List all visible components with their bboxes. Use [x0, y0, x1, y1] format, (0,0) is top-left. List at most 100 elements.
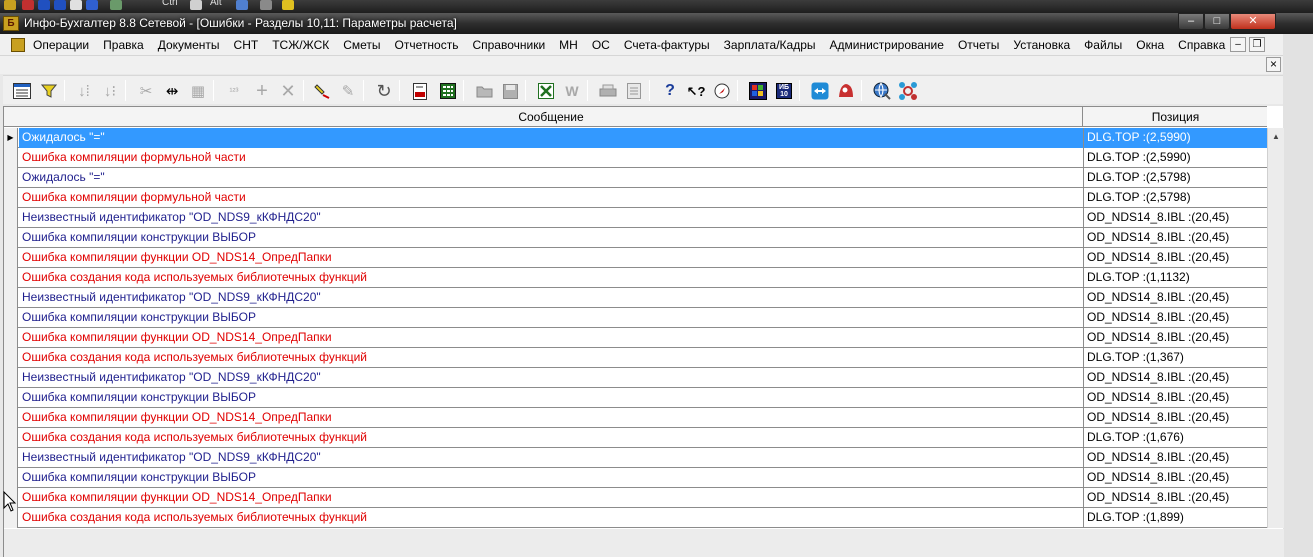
row-indicator[interactable] — [4, 368, 18, 388]
globe-icon[interactable] — [871, 80, 893, 102]
table-row[interactable]: Ошибка компиляции функции OD_NDS14_Опред… — [4, 408, 1267, 428]
menu-item[interactable]: Отчеты — [958, 38, 1013, 52]
windows-flag-icon[interactable] — [747, 80, 769, 102]
row-indicator[interactable] — [4, 248, 18, 268]
whats-this-icon[interactable]: ↖? — [685, 80, 707, 102]
menu-item[interactable]: Операции — [33, 38, 103, 52]
taskbar-icon[interactable] — [54, 0, 66, 10]
paste-icon[interactable]: ▦ — [187, 80, 209, 102]
menu-item[interactable]: Администрирование — [830, 38, 958, 52]
ib10-icon[interactable]: ИБ 10 — [773, 80, 795, 102]
message-cell[interactable]: Ошибка создания кода используемых библио… — [19, 268, 1084, 288]
teamviewer-icon[interactable] — [809, 80, 831, 102]
message-cell[interactable]: Ошибка компиляции функции OD_NDS14_Опред… — [19, 408, 1084, 428]
message-cell[interactable]: Ошибка создания кода используемых библио… — [19, 508, 1084, 528]
table-row[interactable]: Ошибка создания кода используемых библио… — [4, 348, 1267, 368]
menu-item[interactable]: СНТ — [234, 38, 273, 52]
title-bar[interactable]: Б Инфо-Бухгалтер 8.8 Сетевой - [Ошибки -… — [0, 13, 1313, 34]
table-row[interactable]: Ошибка компиляции формульной части DLG.TO… — [4, 148, 1267, 168]
menu-item[interactable]: Установка — [1013, 38, 1084, 52]
save-icon[interactable] — [499, 80, 521, 102]
menu-item[interactable]: Счета-фактуры — [624, 38, 724, 52]
row-indicator[interactable] — [4, 348, 18, 368]
menu-item[interactable]: МН — [559, 38, 592, 52]
menu-item[interactable]: Документы — [158, 38, 234, 52]
table-row[interactable]: ▶ Ожидалось "=" DLG.TOP :(2,5990) — [4, 128, 1267, 148]
message-cell[interactable]: Ошибка компиляции конструкции ВЫБОР — [19, 228, 1084, 248]
position-cell[interactable]: OD_NDS14_8.IBL :(20,45) — [1084, 228, 1267, 248]
ammy-icon[interactable] — [835, 80, 857, 102]
position-cell[interactable]: DLG.TOP :(2,5798) — [1084, 168, 1267, 188]
row-indicator[interactable] — [4, 268, 18, 288]
print-icon[interactable] — [597, 80, 619, 102]
row-indicator[interactable] — [4, 148, 18, 168]
app-taskbar-icon[interactable] — [4, 0, 16, 10]
menu-item[interactable]: Отчетность — [395, 38, 473, 52]
taskbar-icon[interactable] — [110, 0, 122, 10]
refresh-icon[interactable]: ↻ — [373, 80, 395, 102]
grid-view-icon[interactable] — [11, 80, 33, 102]
help-icon[interactable]: ? — [659, 80, 681, 102]
table-row[interactable]: Неизвестный идентификатор "OD_NDS9_кКФНД… — [4, 448, 1267, 468]
table-row[interactable]: Неизвестный идентификатор "OD_NDS9_кКФНД… — [4, 368, 1267, 388]
table-row[interactable]: Неизвестный идентификатор "OD_NDS9_кКФНД… — [4, 288, 1267, 308]
word-icon[interactable]: W — [561, 80, 583, 102]
app-icon[interactable]: Б — [3, 16, 19, 31]
mdi-document-icon[interactable] — [11, 38, 25, 52]
filter-icon[interactable] — [38, 80, 60, 102]
open-folder-icon[interactable] — [473, 80, 495, 102]
row-indicator[interactable] — [4, 288, 18, 308]
position-cell[interactable]: OD_NDS14_8.IBL :(20,45) — [1084, 308, 1267, 328]
taskbar-icon[interactable] — [190, 0, 202, 10]
table-row[interactable]: Ошибка компиляции конструкции ВЫБОР OD_ND… — [4, 468, 1267, 488]
message-cell[interactable]: Ожидалось "=" — [19, 128, 1084, 148]
table-row[interactable]: Ошибка создания кода используемых библио… — [4, 268, 1267, 288]
table-row[interactable]: Ошибка компиляции функции OD_NDS14_Опред… — [4, 248, 1267, 268]
table-row[interactable]: Ошибка создания кода используемых библио… — [4, 428, 1267, 448]
table-row[interactable]: Ошибка компиляции функции OD_NDS14_Опред… — [4, 488, 1267, 508]
position-cell[interactable]: DLG.TOP :(1,676) — [1084, 428, 1267, 448]
table-row[interactable]: Ошибка компиляции конструкции ВЫБОР OD_ND… — [4, 308, 1267, 328]
table-row[interactable]: Ошибка компиляции функции OD_NDS14_Опред… — [4, 328, 1267, 348]
position-cell[interactable]: DLG.TOP :(1,899) — [1084, 508, 1267, 528]
sort-desc-icon[interactable]: ↓⁝ — [99, 80, 121, 102]
row-indicator[interactable] — [4, 448, 18, 468]
add-icon[interactable]: + — [251, 80, 273, 102]
row-indicator[interactable] — [4, 328, 18, 348]
menu-item[interactable]: ТСЖ/ЖСК — [272, 38, 343, 52]
row-indicator[interactable]: ▶ — [4, 128, 18, 148]
message-cell[interactable]: Ошибка компиляции формульной части — [19, 188, 1084, 208]
position-cell[interactable]: OD_NDS14_8.IBL :(20,45) — [1084, 368, 1267, 388]
menu-item[interactable]: Сметы — [343, 38, 394, 52]
message-cell[interactable]: Ошибка компиляции функции OD_NDS14_Опред… — [19, 488, 1084, 508]
table-row[interactable]: Неизвестный идентификатор "OD_NDS9_кКФНД… — [4, 208, 1267, 228]
position-cell[interactable]: OD_NDS14_8.IBL :(20,45) — [1084, 488, 1267, 508]
table-row[interactable]: Ошибка компиляции конструкции ВЫБОР OD_ND… — [4, 228, 1267, 248]
minimize-button[interactable]: – — [1178, 13, 1204, 30]
scroll-up-button[interactable]: ▲ — [1268, 128, 1284, 146]
taskbar-icon[interactable] — [260, 0, 272, 10]
position-cell[interactable]: OD_NDS14_8.IBL :(20,45) — [1084, 288, 1267, 308]
maximize-button[interactable]: □ — [1204, 13, 1230, 30]
column-header-message[interactable]: Сообщение — [20, 107, 1083, 127]
taskbar-icon[interactable] — [282, 0, 294, 10]
message-cell[interactable]: Неизвестный идентификатор "OD_NDS9_кКФНД… — [19, 208, 1084, 228]
menu-item[interactable]: Правка — [103, 38, 158, 52]
taskbar-icon[interactable] — [236, 0, 248, 10]
position-cell[interactable]: OD_NDS14_8.IBL :(20,45) — [1084, 468, 1267, 488]
taskbar-icon[interactable] — [70, 0, 82, 10]
position-cell[interactable]: OD_NDS14_8.IBL :(20,45) — [1084, 408, 1267, 428]
message-cell[interactable]: Ошибка компиляции конструкции ВЫБОР — [19, 308, 1084, 328]
network-icon[interactable] — [897, 80, 919, 102]
menu-item[interactable]: Окна — [1136, 38, 1178, 52]
message-cell[interactable]: Ожидалось "=" — [19, 168, 1084, 188]
row-indicator[interactable] — [4, 208, 18, 228]
position-cell[interactable]: OD_NDS14_8.IBL :(20,45) — [1084, 248, 1267, 268]
cut-icon[interactable]: ✂ — [135, 80, 157, 102]
position-cell[interactable]: DLG.TOP :(2,5990) — [1084, 128, 1267, 148]
highlight-icon[interactable] — [311, 80, 333, 102]
message-cell[interactable]: Ошибка компиляции конструкции ВЫБОР — [19, 468, 1084, 488]
excel-icon[interactable] — [535, 80, 557, 102]
column-header-position[interactable]: Позиция — [1084, 107, 1267, 127]
message-cell[interactable]: Ошибка создания кода используемых библио… — [19, 348, 1084, 368]
